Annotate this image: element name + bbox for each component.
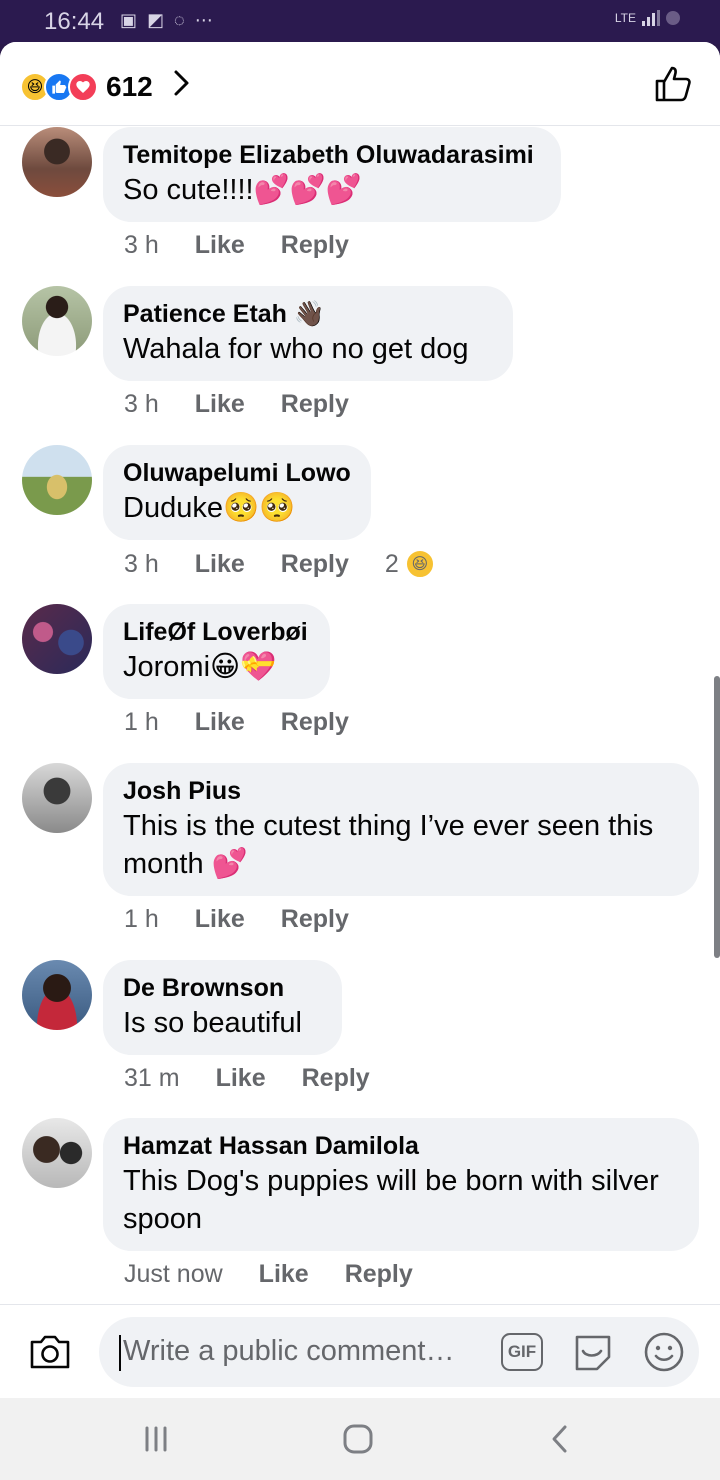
like-button[interactable]: Like <box>195 550 245 579</box>
comment-text: Duduke🥺🥺 <box>123 492 296 524</box>
whatsapp-icon: ◌ <box>174 10 185 30</box>
comment-author[interactable]: Patience Etah 👋🏿 <box>123 298 493 330</box>
reply-button[interactable]: Reply <box>281 231 349 260</box>
comment-author[interactable]: LifeØf Loverbøi <box>123 616 310 648</box>
love-reaction-icon <box>68 72 98 102</box>
comment-time: 3 h <box>124 231 159 259</box>
avatar[interactable] <box>22 960 92 1030</box>
like-button[interactable]: Like <box>195 231 245 260</box>
more-icon: ⋯ <box>194 10 213 30</box>
gallery-icon: ▣ <box>120 10 138 30</box>
avatar[interactable] <box>22 445 92 515</box>
comment-bubble[interactable]: Patience Etah 👋🏿 Wahala for who no get d… <box>103 286 513 381</box>
haha-reaction-icon: 😆 <box>404 549 435 579</box>
reply-button[interactable]: Reply <box>281 550 349 579</box>
back-icon <box>552 1425 567 1453</box>
notification-icons: ▣ ◩ ◌ ⋯ <box>120 10 213 31</box>
comment-text: This Dog's puppies will be born with sil… <box>123 1165 659 1235</box>
like-button[interactable]: Like <box>195 708 245 737</box>
avatar[interactable] <box>22 286 92 356</box>
comment-bubble[interactable]: LifeØf Loverbøi Joromi😀💝 <box>103 604 330 699</box>
comment-bubble[interactable]: Oluwapelumi Lowo Duduke🥺🥺 <box>103 445 371 540</box>
comment-actions: 3 h Like Reply <box>124 390 349 419</box>
scrollbar[interactable] <box>714 676 720 958</box>
comment-author[interactable]: Temitope Elizabeth Oluwadarasimi <box>123 139 541 171</box>
back-button[interactable] <box>540 1422 580 1456</box>
comment-author[interactable]: Hamzat Hassan Damilola <box>123 1130 679 1162</box>
status-bar: 16:44 ▣ ◩ ◌ ⋯ LTE <box>0 0 720 44</box>
comment-actions: 1 h Like Reply <box>124 708 349 737</box>
recents-icon <box>145 1426 167 1452</box>
reply-button[interactable]: Reply <box>345 1260 413 1289</box>
gif-button[interactable]: GIF <box>501 1333 543 1371</box>
comment-author[interactable]: De Brownson <box>123 972 322 1004</box>
comment-time: 31 m <box>124 1064 180 1092</box>
comment-actions: 3 h Like Reply 2 😆 <box>124 549 435 579</box>
reply-button[interactable]: Reply <box>281 390 349 419</box>
comment-author[interactable]: Oluwapelumi Lowo <box>123 457 351 489</box>
reactions-summary[interactable]: 😆 612 <box>20 69 191 105</box>
emoji-button[interactable] <box>643 1331 685 1373</box>
app-icon: ◩ <box>147 10 165 30</box>
comment-time: 1 h <box>124 905 159 933</box>
comment-text: So cute!!!!💕💕💕 <box>123 174 362 206</box>
comment-actions: 31 m Like Reply <box>124 1064 370 1093</box>
reactions-header: 😆 612 <box>0 42 720 126</box>
camera-icon <box>30 1335 70 1369</box>
comment-bubble[interactable]: Josh Pius This is the cutest thing I’ve … <box>103 763 699 896</box>
like-button[interactable]: Like <box>195 390 245 419</box>
comment-actions: 3 h Like Reply <box>124 231 349 260</box>
reply-button[interactable]: Reply <box>281 905 349 934</box>
reaction-count: 612 <box>106 71 153 102</box>
camera-button[interactable] <box>28 1333 72 1371</box>
comment-text: Joromi😀💝 <box>123 651 277 683</box>
avatar[interactable] <box>22 1118 92 1188</box>
comments-sheet: 😆 612 Temitope Elizabeth Oluwadarasimi S… <box>0 42 720 1398</box>
sticker-button[interactable] <box>571 1331 615 1373</box>
network-type: LTE <box>614 11 636 25</box>
comment-reaction-count: 2 <box>384 549 399 578</box>
comment-text: This is the cutest thing I’ve ever seen … <box>123 810 654 880</box>
comment-actions: Just now Like Reply <box>124 1260 413 1289</box>
comment-time: 3 h <box>124 390 159 418</box>
status-right: LTE <box>615 10 680 26</box>
like-button[interactable]: Like <box>216 1064 266 1093</box>
comment-bubble[interactable]: Temitope Elizabeth Oluwadarasimi So cute… <box>103 127 561 222</box>
comment-input[interactable]: Write a public comment… GIF <box>99 1317 699 1387</box>
home-icon <box>343 1424 373 1454</box>
avatar[interactable] <box>22 763 92 833</box>
reply-button[interactable]: Reply <box>302 1064 370 1093</box>
recents-button[interactable] <box>136 1422 176 1456</box>
status-time: 16:44 <box>44 8 105 35</box>
comment-time: Just now <box>124 1260 223 1288</box>
comment-author[interactable]: Josh Pius <box>123 775 679 807</box>
like-button[interactable]: Like <box>195 905 245 934</box>
battery-icon <box>666 11 680 25</box>
home-button[interactable] <box>338 1422 378 1456</box>
system-nav-bar <box>0 1398 720 1480</box>
comment-text: Wahala for who no get dog <box>123 333 469 365</box>
comment-actions: 1 h Like Reply <box>124 905 349 934</box>
comment-composer: Write a public comment… GIF <box>0 1304 720 1398</box>
signal-icon <box>642 10 660 26</box>
comment-bubble[interactable]: Hamzat Hassan Damilola This Dog's puppie… <box>103 1118 699 1251</box>
avatar[interactable] <box>22 604 92 674</box>
like-button[interactable]: Like <box>259 1260 309 1289</box>
text-cursor <box>119 1335 121 1371</box>
comment-placeholder: Write a public comment… <box>123 1335 455 1367</box>
sticker-icon <box>575 1335 611 1371</box>
comment-time: 3 h <box>124 549 159 578</box>
comment-reactions[interactable]: 2 😆 <box>385 549 435 579</box>
comment-bubble[interactable]: De Brownson Is so beautiful <box>103 960 342 1055</box>
reply-button[interactable]: Reply <box>281 708 349 737</box>
comment-time: 1 h <box>124 708 159 736</box>
thumbs-up-icon <box>655 66 691 102</box>
comment-text: Is so beautiful <box>123 1007 302 1039</box>
smiley-icon <box>644 1332 684 1372</box>
avatar[interactable] <box>22 127 92 197</box>
like-post-button[interactable] <box>654 64 694 104</box>
chevron-right-icon <box>173 69 191 105</box>
